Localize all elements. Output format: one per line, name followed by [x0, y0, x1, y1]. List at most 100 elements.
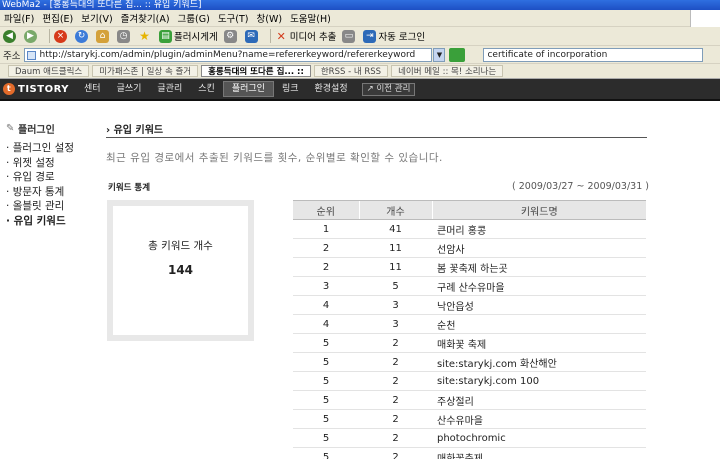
tab-hanrss[interactable]: 한RSS - 내 RSS	[313, 65, 389, 77]
header-rank: 순위	[293, 200, 359, 220]
nav-settings[interactable]: 환경설정	[307, 78, 356, 100]
menu-window[interactable]: 창(W)	[257, 11, 283, 25]
wrench-icon: ✎	[6, 123, 15, 134]
menu-tools[interactable]: 도구(T)	[218, 11, 249, 25]
keyword-cell: 낙안읍성	[432, 295, 646, 315]
sidebar-list: · 플러그인 설정 · 위젯 설정 · 유입 경로 · 방문자 통계 · 올블릿…	[6, 141, 74, 229]
tistory-logo[interactable]: t TISTORY	[0, 78, 76, 100]
sidebar-item-plugin-settings[interactable]: · 플러그인 설정	[6, 141, 74, 156]
count-cell: 3	[359, 314, 432, 334]
sidebar-item-label: 방문자 통계	[12, 185, 65, 198]
stop-button[interactable]: ×	[54, 29, 69, 43]
address-label: 주소	[3, 50, 21, 62]
rank-cell: 5	[293, 390, 359, 410]
scrap-icon: ▤	[159, 29, 172, 43]
mail-button[interactable]: ✉	[244, 29, 260, 43]
sidebar-heading: ✎ 플러그인	[6, 121, 55, 137]
table-row: 4 3 낙안읍성	[293, 295, 646, 315]
keyword-cell: 순천	[432, 314, 646, 334]
nav-plugin[interactable]: 플러그인	[222, 81, 274, 97]
menu-help[interactable]: 도움말(H)	[290, 11, 331, 25]
media-extract-icon: ✕	[276, 29, 286, 43]
keyword-cell: 봄 꽃축제 하는곳	[432, 257, 646, 277]
page-favicon-icon	[27, 50, 37, 60]
history-icon: ◷	[117, 29, 130, 43]
nav-write[interactable]: 글쓰기	[109, 78, 150, 100]
table-row: 5 2 site:starykj.com 100	[293, 371, 646, 391]
favorites-button[interactable]: ★	[138, 28, 153, 43]
rank-cell: 2	[293, 238, 359, 258]
count-cell: 41	[359, 219, 432, 239]
browser-toolbar: ◀ ▶ × ↻ ⌂ ◷ ★ ▤ 플러시게게 ⚙ ✉ ✕ 미디어 추출 ▭ ⇥ 자동 로…	[0, 27, 720, 46]
keyword-table: 순위 개수 키워드명 1 41 큰머리 홍콩 2 11 선암사 2 11 봄 꽃축제 하는곳 3 5…	[293, 200, 646, 459]
rank-cell: 4	[293, 314, 359, 334]
table-row: 5 2 매화꽃축제	[293, 447, 646, 459]
star-icon: ★	[139, 28, 150, 43]
table-row: 2 11 선암사	[293, 238, 646, 258]
sidebar-item-label: 위젯 설정	[12, 156, 55, 169]
menu-view[interactable]: 보기(V)	[81, 11, 112, 25]
forward-button[interactable]: ▶	[24, 29, 39, 43]
nav-center[interactable]: 센터	[76, 78, 109, 100]
menu-favorites[interactable]: 즐겨찾기(A)	[121, 11, 170, 25]
nav-skin[interactable]: 스킨	[190, 78, 223, 100]
menu-group[interactable]: 그룹(G)	[178, 11, 210, 25]
tools-button[interactable]: ⚙	[223, 29, 239, 43]
scrap-button[interactable]: ▤ 플러시게게	[159, 29, 218, 43]
media-extract-label: 미디어 추출	[289, 32, 337, 43]
count-cell: 3	[359, 295, 432, 315]
window-titlebar: WebMa2 - [홍롱득대의 또다른 집... :: 유입 키워드]	[0, 0, 720, 10]
tab-naver-mail[interactable]: 네이버 메일 :: 목! 소리나는	[391, 65, 504, 77]
tab-daum[interactable]: Daum 애드클릭스	[8, 65, 90, 77]
url-input[interactable]: http://starykj.com/admin/plugin/adminMen…	[24, 47, 433, 62]
sidebar-item-keywords[interactable]: · 유입 키워드	[6, 214, 74, 229]
keyword-cell: 선암사	[432, 238, 646, 258]
nav-post-manage[interactable]: 글관리	[149, 78, 190, 100]
keyword-cell: 구례 산수유마을	[432, 276, 646, 296]
total-keywords-value: 144	[167, 263, 194, 277]
table-row: 3 5 구례 산수유마을	[293, 276, 646, 296]
rank-cell: 5	[293, 428, 359, 448]
total-keywords-panel: 총 키워드 개수 144	[113, 206, 248, 335]
total-keywords-box: 총 키워드 개수 144	[107, 200, 254, 341]
prev-admin-button[interactable]: ↗ 이전 관리	[361, 82, 416, 96]
page-button[interactable]: ▭	[342, 29, 357, 43]
sidebar-item-label: 유입 경로	[12, 171, 55, 184]
sidebar-item-visitor-stats[interactable]: · 방문자 통계	[6, 185, 74, 200]
table-row: 5 2 site:starykj.com 화산해안	[293, 352, 646, 372]
page-title: › 유입 키워드	[106, 125, 164, 136]
sidebar-item-widget-settings[interactable]: · 위젯 설정	[6, 156, 74, 171]
page-description: 최근 유입 경로에서 추출된 키워드를 횟수, 순위별로 확인할 수 있습니다.	[106, 152, 443, 164]
autologin-button[interactable]: ⇥ 자동 로그인	[363, 29, 425, 43]
tab-migapass[interactable]: 미가패스존 | 일상 속 즐거	[92, 65, 199, 77]
prev-admin-label: 이전 관리	[376, 83, 411, 94]
tab-bar: Daum 애드클릭스 미가패스존 | 일상 속 즐거 홍롱득대의 또다른 집..…	[0, 64, 720, 79]
keyword-stats-label: 키워드 통계	[108, 183, 151, 193]
tistory-nav: t TISTORY 센터 글쓰기 글관리 스킨 플러그인 링크 환경설정 ↗ 이…	[0, 79, 720, 101]
table-row: 5 2 photochromic	[293, 428, 646, 448]
count-cell: 5	[359, 276, 432, 296]
table-header-row: 순위 개수 키워드명	[293, 200, 646, 220]
url-text: http://starykj.com/admin/plugin/adminMen…	[39, 49, 416, 60]
menu-edit[interactable]: 편집(E)	[42, 11, 73, 25]
back-button[interactable]: ◀	[3, 29, 18, 43]
tab-blog-admin[interactable]: 홍롱득대의 또다른 집... ::	[201, 65, 311, 77]
sidebar-item-allblet[interactable]: · 올블릿 관리	[6, 199, 74, 214]
home-button[interactable]: ⌂	[96, 29, 111, 43]
go-button[interactable]	[449, 47, 466, 62]
keyword-cell: site:starykj.com 화산해안	[432, 352, 646, 372]
page-icon: ▭	[342, 29, 356, 43]
sidebar-item-referrer[interactable]: · 유입 경로	[6, 170, 74, 185]
media-extract-button[interactable]: ✕ 미디어 추출	[275, 29, 337, 44]
search-text: certificate of incorporation	[487, 49, 608, 60]
nav-link[interactable]: 링크	[274, 78, 307, 100]
refresh-button[interactable]: ↻	[75, 29, 90, 43]
back-icon: ◀	[3, 29, 16, 43]
url-dropdown-button[interactable]: ▼	[433, 47, 446, 62]
count-cell: 2	[359, 352, 432, 372]
search-input[interactable]: certificate of incorporation	[483, 47, 704, 62]
history-button[interactable]: ◷	[117, 29, 132, 43]
rank-cell: 5	[293, 371, 359, 391]
menu-file[interactable]: 파일(F)	[4, 11, 34, 25]
address-bar: 주소 http://starykj.com/admin/plugin/admin…	[0, 46, 720, 64]
